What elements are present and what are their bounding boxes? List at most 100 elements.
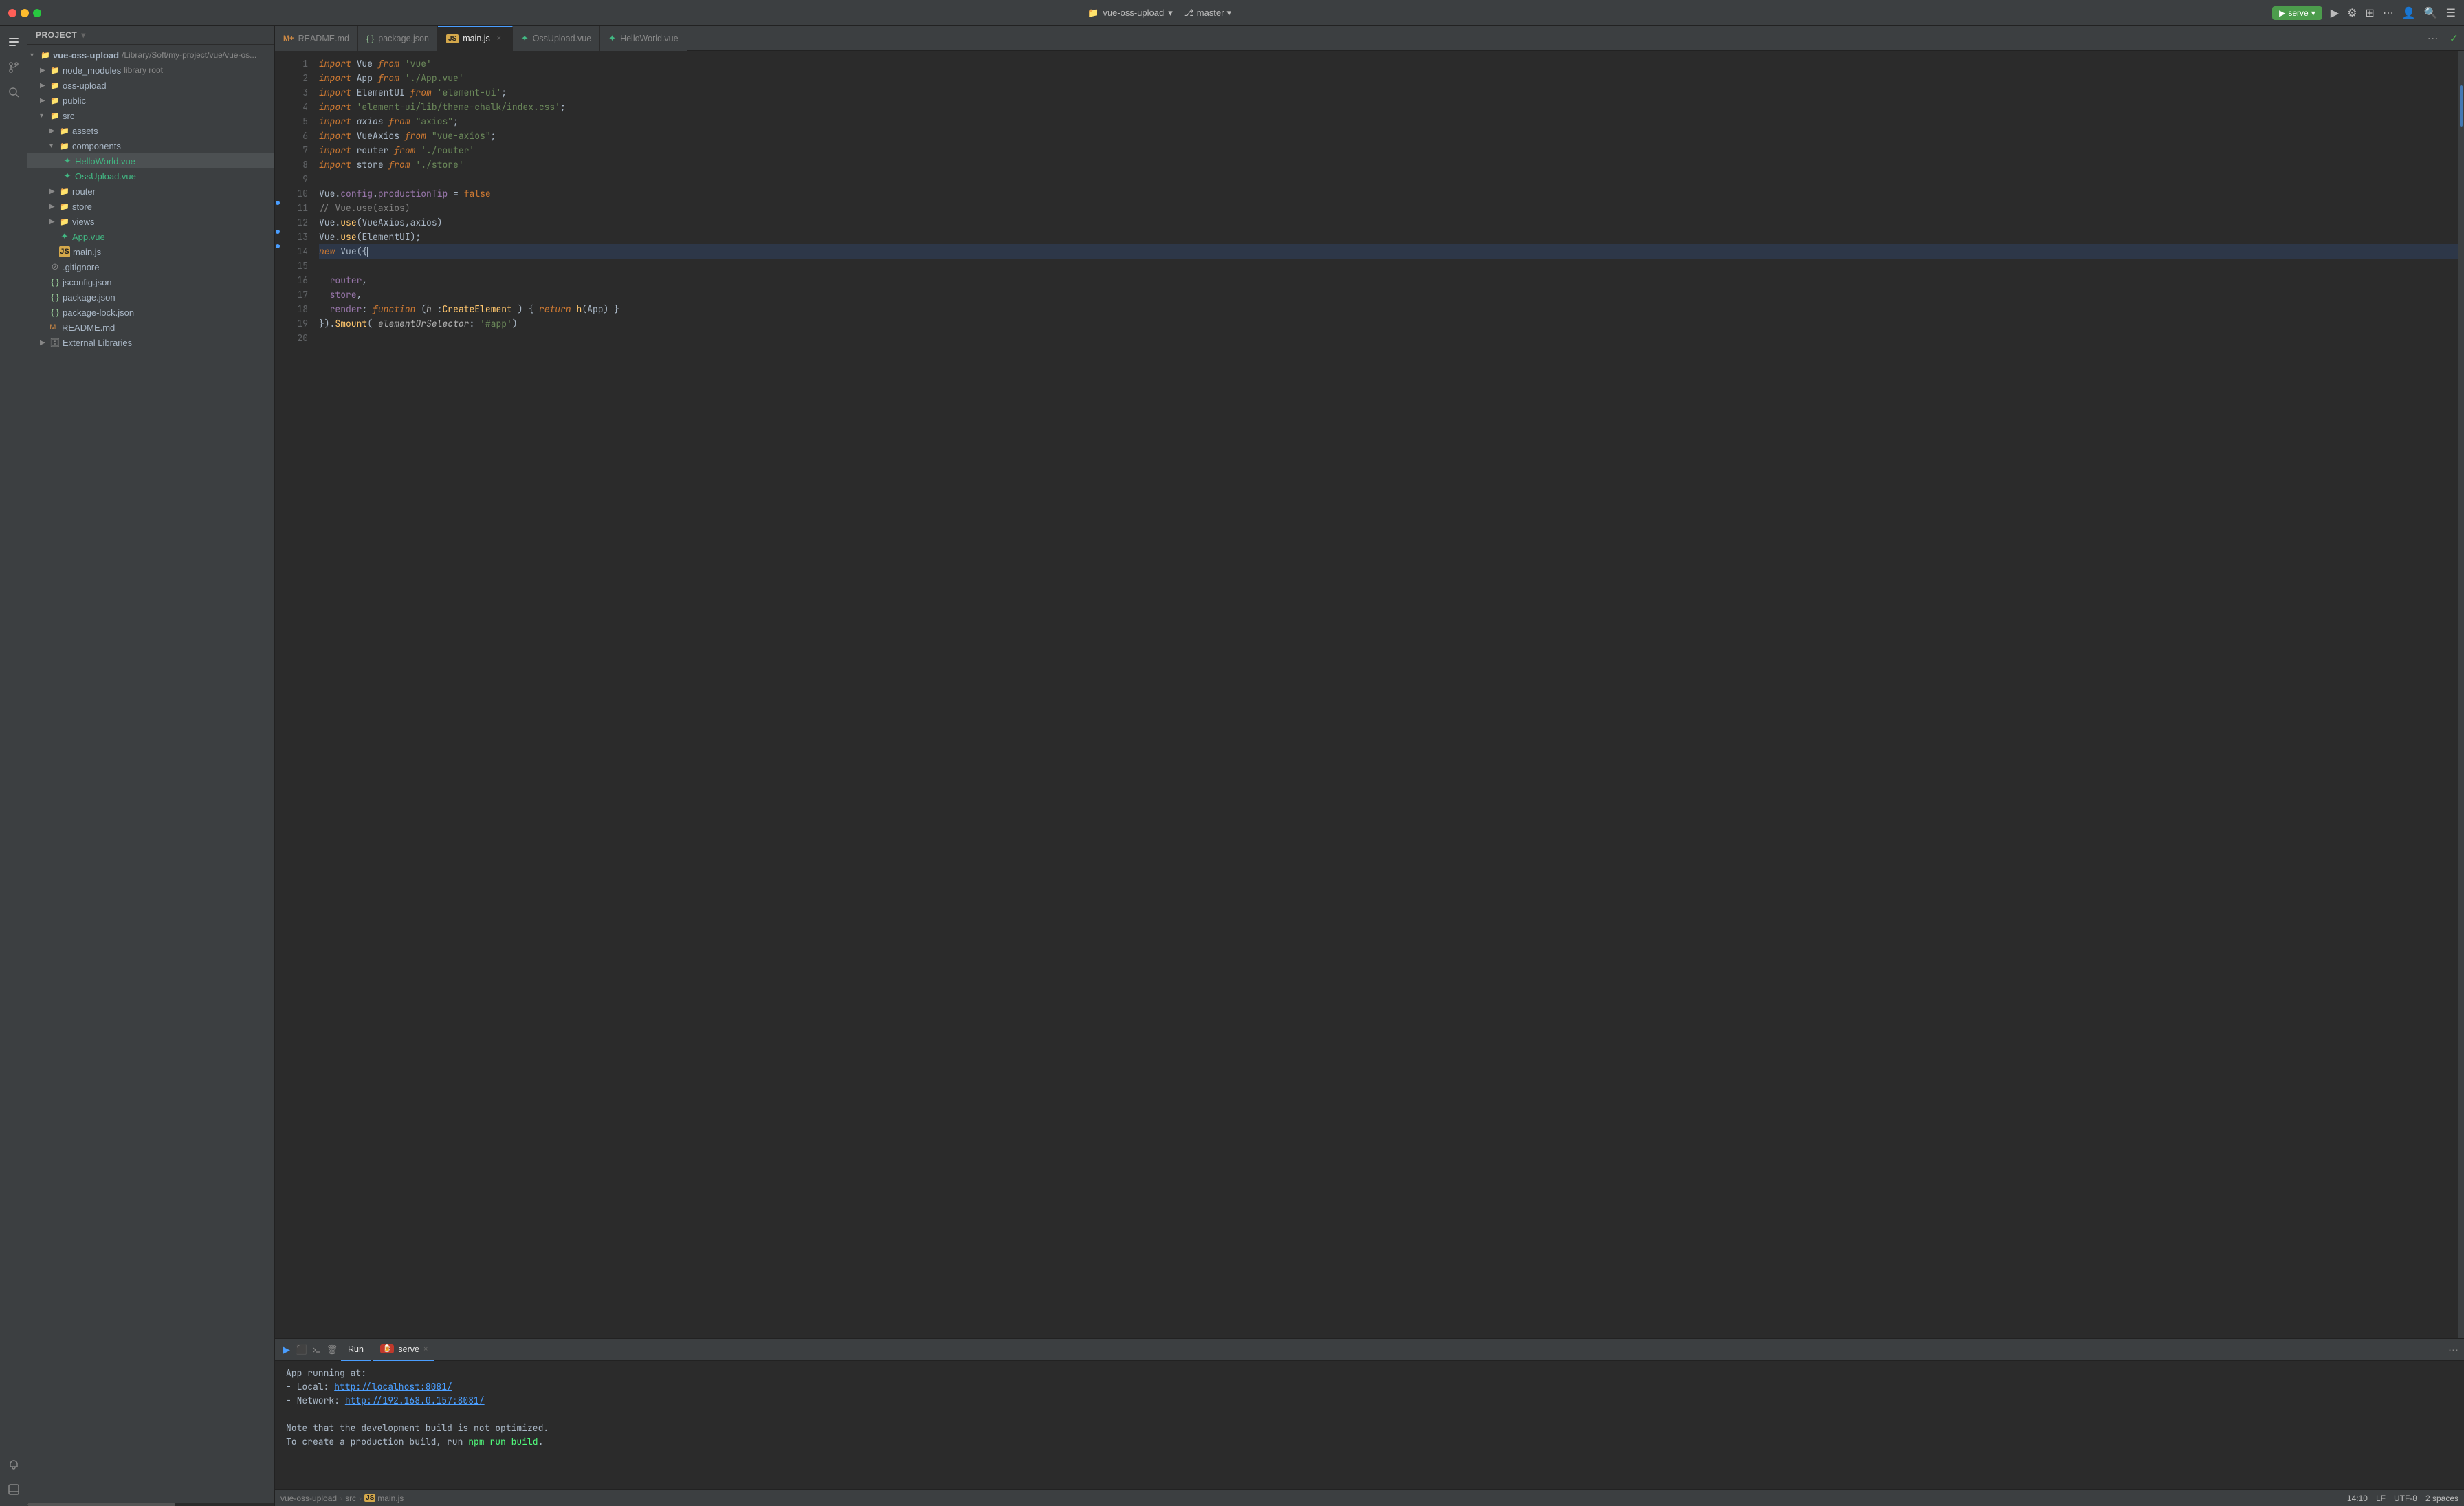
account-icon[interactable]: 👤 xyxy=(2402,6,2416,20)
gutter-dot-13 xyxy=(275,224,280,239)
tree-item-oss-upload[interactable]: ▶ 📁 oss-upload xyxy=(28,78,274,93)
gutter-dot-empty2 xyxy=(275,65,280,80)
tree-item-app-vue[interactable]: ✦ App.vue xyxy=(28,229,274,244)
activity-search[interactable] xyxy=(3,81,25,103)
code-line-12: Vue.use(VueAxios,axios) xyxy=(319,215,2458,230)
sidebar-scrollbar[interactable] xyxy=(28,1503,274,1506)
tree-item-package-lock[interactable]: { } package-lock.json xyxy=(28,305,274,320)
tree-label-app-vue: App.vue xyxy=(72,232,105,242)
breadcrumb-sep1: › xyxy=(340,1494,342,1503)
run-icon[interactable]: ▶ xyxy=(2331,6,2339,20)
folder-icon-assets: 📁 xyxy=(59,125,70,136)
code-line-18: render: function (h :CreateElement ) { r… xyxy=(319,302,2458,316)
serve-tab-close[interactable]: × xyxy=(424,1345,428,1353)
bottom-run-icon[interactable]: ▶ xyxy=(280,1344,293,1356)
terminal-network-url[interactable]: http://192.168.0.157:8081/ xyxy=(345,1395,485,1406)
layout-icon[interactable]: ⊞ xyxy=(2365,6,2374,20)
activity-git[interactable] xyxy=(3,56,25,78)
tree-item-package-json[interactable]: { } package.json xyxy=(28,290,274,305)
bottom-panel-icon3[interactable] xyxy=(311,1344,323,1356)
tree-item-root[interactable]: ▾ 📁 vue-oss-upload /Library/Soft/my-proj… xyxy=(28,47,274,63)
serve-button[interactable]: ▶ serve ▾ xyxy=(2272,6,2322,20)
tree-arrow-router: ▶ xyxy=(50,188,59,195)
sidebar-header: Project ▾ xyxy=(28,26,274,45)
code-content[interactable]: import Vue from 'vue' import App from '.… xyxy=(314,51,2458,1338)
titlebar: 📁 vue-oss-upload ▾ ⎇ master ▾ ▶ serve ▾ … xyxy=(0,0,2464,26)
breadcrumb-src[interactable]: src xyxy=(345,1494,356,1503)
tab-main[interactable]: JS main.js × xyxy=(438,26,513,51)
code-line-8: import store from './store' xyxy=(319,157,2458,172)
tree-item-helloworld[interactable]: ✦ HelloWorld.vue xyxy=(28,153,274,168)
tree-item-store[interactable]: ▶ 📁 store xyxy=(28,199,274,214)
bottom-tab-run[interactable]: Run xyxy=(341,1339,371,1361)
hamburger-icon[interactable]: ☰ xyxy=(2446,6,2456,20)
tree-item-public[interactable]: ▶ 📁 public xyxy=(28,93,274,108)
bottom-more-icon[interactable]: ⋯ xyxy=(2448,1344,2458,1356)
tabs-more-actions[interactable]: ⋯ xyxy=(2422,32,2444,45)
tree-label-public: public xyxy=(63,96,86,106)
tree-arrow-views: ▶ xyxy=(50,218,59,226)
folder-icon-public: 📁 xyxy=(50,95,60,106)
settings-icon[interactable]: ⚙ xyxy=(2347,6,2357,20)
tab-main-close[interactable]: × xyxy=(494,34,504,43)
titlebar-actions: ▶ serve ▾ ▶ ⚙ ⊞ ⋯ 👤 🔍 ☰ xyxy=(2272,6,2456,20)
status-right: 14:10 LF UTF-8 2 spaces xyxy=(2347,1494,2458,1503)
bottom-trash-icon[interactable]: 🗑 xyxy=(326,1344,338,1356)
project-selector[interactable]: 📁 vue-oss-upload ▾ xyxy=(1088,8,1173,19)
gutter-dot-empty10 xyxy=(275,181,280,195)
terminal-local-url[interactable]: http://localhost:8081/ xyxy=(334,1381,452,1393)
activity-notifications[interactable] xyxy=(3,1454,25,1476)
libs-icon: 🗄 xyxy=(50,337,60,348)
tree-arrow-src: ▾ xyxy=(40,112,50,120)
breadcrumb-sep2: › xyxy=(359,1494,362,1503)
terminal-line-empty xyxy=(286,1408,2453,1421)
tree-item-views[interactable]: ▶ 📁 views xyxy=(28,214,274,229)
bottom-tab-serve[interactable]: 🍺 serve × xyxy=(373,1339,434,1361)
code-editor[interactable]: 1 2 3 4 5 6 7 8 9 10 11 12 13 14 15 16 1… xyxy=(275,51,2464,1338)
bottom-debug-icon[interactable]: ⬛ xyxy=(296,1344,308,1356)
breadcrumb-file[interactable]: JS main.js xyxy=(364,1494,404,1503)
branch-label: master xyxy=(1197,8,1224,18)
tree-item-router[interactable]: ▶ 📁 router xyxy=(28,184,274,199)
tree-item-src[interactable]: ▾ 📁 src xyxy=(28,108,274,123)
maximize-button[interactable] xyxy=(33,9,41,17)
vue-icon-ossupload: ✦ xyxy=(62,171,73,182)
search-top-icon[interactable]: 🔍 xyxy=(2424,6,2438,20)
tree-item-gitignore[interactable]: ⊘ .gitignore xyxy=(28,259,274,274)
tree-item-assets[interactable]: ▶ 📁 assets xyxy=(28,123,274,138)
tab-ossupload[interactable]: ✦ OssUpload.vue xyxy=(513,26,600,51)
gutter-dot-empty4 xyxy=(275,94,280,109)
gutter-dot-empty12 xyxy=(275,210,280,224)
close-button[interactable] xyxy=(8,9,16,17)
tab-helloworld[interactable]: ✦ HelloWorld.vue xyxy=(600,26,687,51)
tab-readme[interactable]: M+ README.md xyxy=(275,26,358,51)
tree-item-components[interactable]: ▾ 📁 components xyxy=(28,138,274,153)
folder-icon-node-modules: 📁 xyxy=(50,65,60,76)
terminal-npm-cmd: npm run build xyxy=(468,1436,538,1448)
status-line-ending[interactable]: LF xyxy=(2376,1494,2386,1503)
branch-selector[interactable]: ⎇ master ▾ xyxy=(1184,8,1231,19)
tree-item-readme[interactable]: M+ README.md xyxy=(28,320,274,335)
js-icon-main: JS xyxy=(59,246,70,257)
tree-label-router: router xyxy=(72,186,96,197)
right-scroll-indicator[interactable] xyxy=(2458,51,2464,1338)
tab-package[interactable]: { } package.json xyxy=(358,26,438,51)
tree-item-node-modules[interactable]: ▶ 📁 node_modules library root xyxy=(28,63,274,78)
tree-item-main-js[interactable]: JS main.js xyxy=(28,244,274,259)
tree-item-jsconfig[interactable]: { } jsconfig.json xyxy=(28,274,274,290)
status-indent[interactable]: 2 spaces xyxy=(2426,1494,2458,1503)
status-position[interactable]: 14:10 xyxy=(2347,1494,2368,1503)
activity-explorer[interactable] xyxy=(3,32,25,54)
terminal-content: App running at: - Local: http://localhos… xyxy=(275,1361,2464,1489)
tree-arrow-components: ▾ xyxy=(50,142,59,150)
minimize-button[interactable] xyxy=(21,9,29,17)
activity-bottom[interactable] xyxy=(3,1478,25,1500)
tree-item-ossupload[interactable]: ✦ OssUpload.vue xyxy=(28,168,274,184)
status-encoding[interactable]: UTF-8 xyxy=(2394,1494,2417,1503)
more-icon[interactable]: ⋯ xyxy=(2383,6,2394,20)
tree-item-ext-libs[interactable]: ▶ 🗄 External Libraries xyxy=(28,335,274,350)
tree-label-root: vue-oss-upload xyxy=(53,50,119,61)
project-chevron: ▾ xyxy=(1168,8,1173,19)
gutter-dot-empty7 xyxy=(275,138,280,152)
breadcrumb-project[interactable]: vue-oss-upload xyxy=(280,1494,337,1503)
